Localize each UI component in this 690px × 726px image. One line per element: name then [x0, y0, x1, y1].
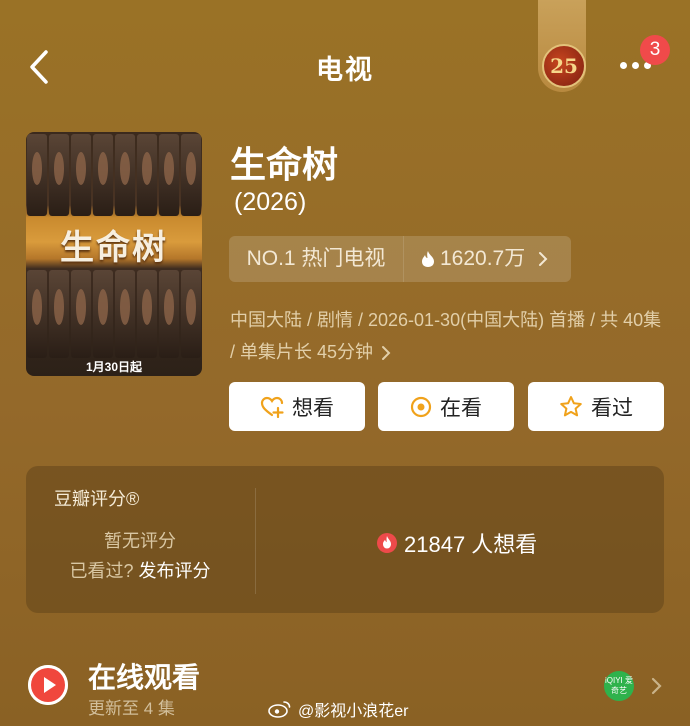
star-icon [560, 396, 582, 417]
poster-cast-row [26, 134, 202, 216]
online-watch-title[interactable]: 在线观看 [88, 656, 200, 696]
play-icon [28, 665, 68, 705]
play-button[interactable] [28, 665, 68, 705]
weibo-watermark: @影视小浪花er [268, 697, 408, 721]
target-icon [410, 396, 432, 417]
notification-badge: 3 [640, 35, 670, 65]
want-to-watch-button[interactable]: 想看 [229, 382, 365, 431]
card-divider [255, 488, 256, 594]
anniversary-badge[interactable]: 25 [542, 44, 586, 88]
weibo-icon [268, 701, 291, 718]
want-label: 想看 [292, 396, 334, 420]
rank-label: NO.1 热门电视 [229, 236, 404, 282]
flame-icon [422, 251, 434, 268]
meta-text: 中国大陆 / 剧情 / 2026-01-30(中国大陆) 首播 / 共 40集 … [230, 310, 662, 362]
heat-number: 1620.7万 [440, 247, 526, 270]
more-dot-icon [632, 62, 639, 69]
watched-label: 看过 [591, 396, 633, 420]
ranking-bar[interactable]: NO.1 热门电视 1620.7万 [229, 236, 571, 282]
want-count: 21847 人想看 [376, 527, 537, 559]
page-title: 电视 [316, 55, 374, 85]
poster-title: 生命树 [60, 228, 168, 268]
douban-rating-title: 豆瓣评分® [54, 489, 140, 509]
heat-value: 1620.7万 [404, 236, 571, 282]
chevron-right-icon[interactable] [650, 676, 664, 696]
heart-plus-icon [260, 396, 284, 418]
no-rating-text: 暂无评分 [104, 531, 176, 551]
show-title: 生命树 [230, 144, 339, 185]
poster-cast-row [26, 270, 202, 358]
show-year: (2026) [234, 188, 307, 216]
watching-label: 在看 [440, 396, 482, 420]
watched-button[interactable]: 看过 [528, 382, 664, 431]
watermark-text: @影视小浪花er [298, 703, 409, 720]
more-dot-icon [620, 62, 627, 69]
watching-button[interactable]: 在看 [378, 382, 514, 431]
chevron-right-icon [382, 346, 391, 361]
iqiyi-logo[interactable]: iQIYI 爱奇艺 [604, 671, 634, 701]
seen-question: 已看过? [69, 561, 134, 581]
rate-prompt: 已看过? 发布评分 [26, 557, 254, 583]
poster-image[interactable]: 生命树 1月30日起 [26, 132, 202, 376]
post-rating-link[interactable]: 发布评分 [139, 561, 211, 581]
chevron-right-icon [539, 252, 548, 267]
want-count-text: 21847 人想看 [404, 532, 538, 557]
flame-badge-icon [377, 533, 397, 553]
poster-release-date: 1月30日起 [85, 360, 143, 374]
episode-update: 更新至 4 集 [88, 699, 175, 718]
show-meta-info[interactable]: 中国大陆 / 剧情 / 2026-01-30(中国大陆) 首播 / 共 40集 … [230, 304, 670, 368]
